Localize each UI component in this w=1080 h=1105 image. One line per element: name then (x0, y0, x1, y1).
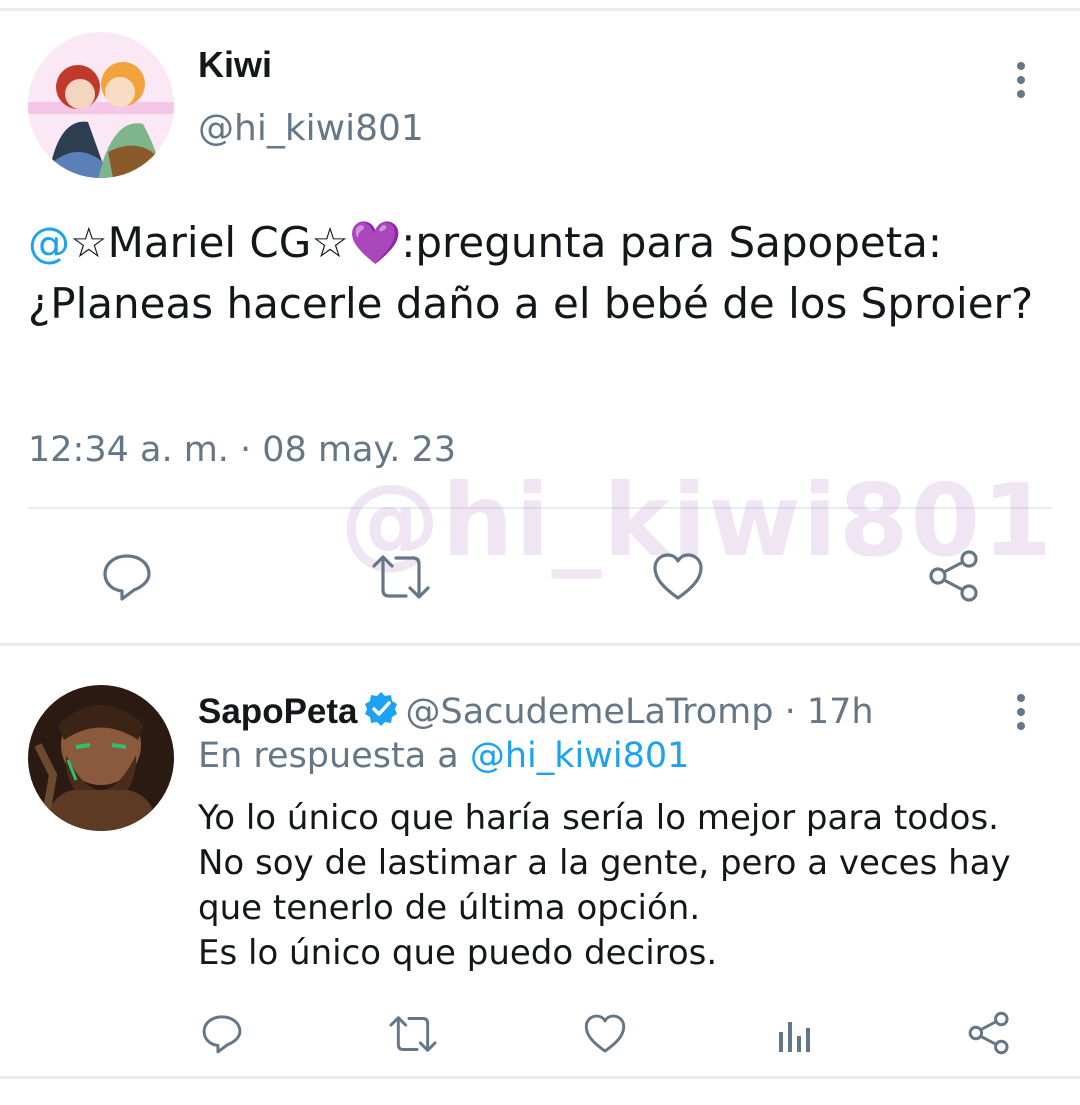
divider (28, 507, 1052, 509)
tweet-timestamp[interactable]: 12:34 a. m. · 08 may. 23 (28, 430, 456, 470)
reply-line: No soy de lastimar a la gente, pero a ve… (198, 843, 1011, 883)
analytics-icon[interactable] (776, 1014, 816, 1054)
bottom-divider (0, 1076, 1080, 1079)
verified-badge-icon (362, 690, 400, 737)
tweet-text: @☆Mariel CG☆💜:pregunta para Sapopeta: ¿P… (28, 212, 1048, 334)
reply-icon[interactable] (200, 1012, 244, 1056)
more-options-icon[interactable] (1011, 692, 1031, 732)
display-name[interactable]: SapoPeta (198, 692, 358, 731)
reply-text: Yo lo único que haría sería lo mejor par… (198, 796, 1058, 976)
mention-link[interactable]: @ (28, 218, 70, 267)
reply-line: Es lo único que puedo deciros. (198, 933, 718, 973)
retweet-icon[interactable] (368, 550, 434, 604)
top-divider (0, 8, 1080, 11)
avatar[interactable] (28, 685, 174, 831)
retweet-icon[interactable] (386, 1012, 440, 1056)
heart-icon[interactable] (582, 1012, 628, 1056)
more-options-icon[interactable] (1011, 60, 1031, 100)
reply-line: que tenerlo de última opción. (198, 888, 701, 928)
avatar[interactable] (28, 32, 174, 178)
heart-icon[interactable] (650, 550, 706, 604)
replying-prefix: En respuesta a (198, 736, 470, 776)
reply-header: SapoPeta @SacudemeLaTromp · 17h (198, 690, 874, 737)
reply-line: Yo lo único que haría sería lo mejor par… (198, 798, 999, 838)
section-divider (0, 643, 1080, 646)
reply-icon[interactable] (100, 550, 154, 604)
replying-to: En respuesta a @hi_kiwi801 (198, 736, 689, 776)
replying-handle-link[interactable]: @hi_kiwi801 (470, 736, 690, 776)
share-icon[interactable] (966, 1010, 1012, 1056)
share-icon[interactable] (926, 548, 982, 604)
tweet-body: ☆Mariel CG☆💜:pregunta para Sapopeta: ¿Pl… (28, 218, 1034, 328)
handle-time[interactable]: @SacudemeLaTromp · 17h (406, 692, 874, 732)
user-handle[interactable]: @hi_kiwi801 (198, 108, 424, 149)
display-name[interactable]: Kiwi (198, 44, 272, 86)
